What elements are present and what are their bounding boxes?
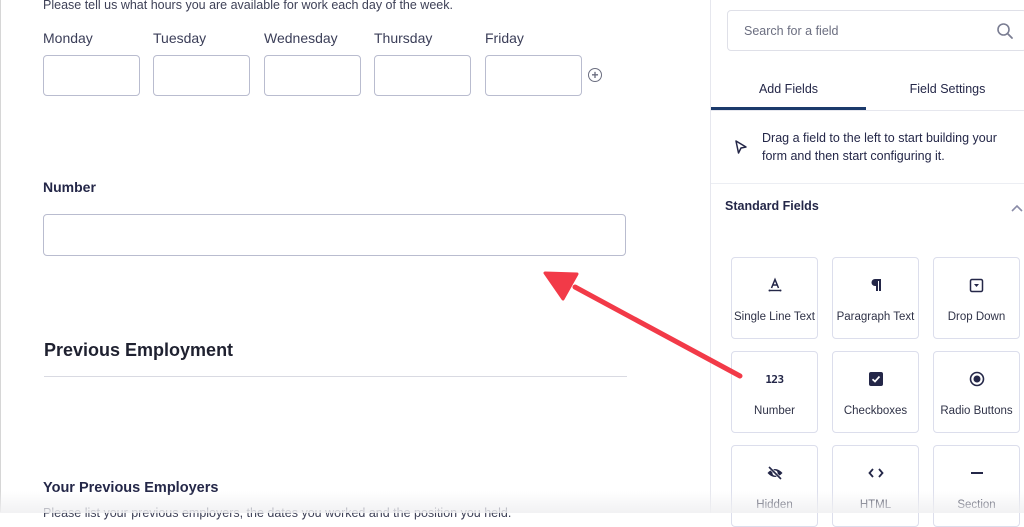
pilcrow-icon (833, 276, 918, 294)
day-field-thursday: Thursday (374, 30, 471, 96)
field-tile-label: HTML (859, 499, 892, 511)
field-tile-label: Radio Buttons (940, 405, 1013, 417)
number-field-input[interactable] (43, 214, 626, 256)
section-divider (44, 376, 627, 377)
section-title: Previous Employment (44, 340, 234, 360)
number-123-icon: 123 (732, 370, 817, 388)
field-tile-label: Single Line Text (734, 311, 815, 323)
search-input[interactable] (728, 11, 1024, 50)
field-tile-label: Hidden (756, 499, 793, 511)
field-tile-html[interactable]: HTML (832, 445, 919, 527)
day-input-thursday[interactable] (374, 55, 471, 96)
field-search (727, 10, 1024, 51)
drag-hint: Drag a field to the left to start buildi… (711, 111, 1024, 184)
day-label: Friday (485, 30, 524, 46)
day-input-monday[interactable] (43, 55, 140, 96)
day-label: Wednesday (264, 30, 338, 46)
standard-fields-title: Standard Fields (725, 199, 819, 213)
field-tile-label: Number (754, 405, 795, 417)
field-tile-radio-buttons[interactable]: Radio Buttons (933, 351, 1020, 433)
employers-description: Please list your previous employers, the… (43, 506, 512, 520)
search-icon[interactable] (996, 22, 1014, 40)
field-tile-number[interactable]: 123 Number (731, 351, 818, 433)
day-label: Thursday (374, 30, 433, 46)
day-input-tuesday[interactable] (153, 55, 250, 96)
eye-slash-icon (732, 464, 817, 482)
day-field-wednesday: Wednesday (264, 30, 361, 96)
field-tile-hidden[interactable]: Hidden (731, 445, 818, 527)
day-field-friday: Friday (485, 30, 582, 96)
tab-field-settings[interactable]: Field Settings (870, 70, 1024, 110)
field-tile-label: Paragraph Text (836, 311, 915, 323)
sidebar-tabs: Add Fields Field Settings (711, 70, 1024, 111)
day-field-monday: Monday (43, 30, 140, 96)
field-tile-checkboxes[interactable]: Checkboxes (832, 351, 919, 433)
text-a-icon (732, 276, 817, 294)
field-tile-label: Drop Down (947, 311, 1006, 323)
drag-hint-text: Drag a field to the left to start buildi… (762, 131, 997, 163)
chevron-up-icon[interactable] (1011, 204, 1023, 212)
day-label: Tuesday (153, 30, 207, 46)
code-icon (833, 464, 918, 482)
field-tile-paragraph-text[interactable]: Paragraph Text (832, 257, 919, 339)
number-field-label: Number (43, 179, 96, 195)
field-tile-label: Section (957, 499, 996, 511)
radio-icon (934, 370, 1019, 388)
field-tile-section[interactable]: Section (933, 445, 1020, 527)
tab-add-fields[interactable]: Add Fields (711, 70, 866, 110)
day-label: Monday (43, 30, 93, 46)
day-field-tuesday: Tuesday (153, 30, 250, 96)
field-tile-drop-down[interactable]: Drop Down (933, 257, 1020, 339)
checkbox-icon (833, 370, 918, 388)
day-input-wednesday[interactable] (264, 55, 361, 96)
field-tile-single-line-text[interactable]: Single Line Text (731, 257, 818, 339)
hours-description: Please tell us what hours you are availa… (43, 0, 453, 12)
plus-circle-icon[interactable]: + (588, 68, 602, 82)
cursor-arrow-icon (735, 140, 747, 154)
form-canvas: Please tell us what hours you are availa… (1, 0, 710, 520)
dropdown-icon (934, 276, 1019, 294)
standard-fields-header[interactable]: Standard Fields (711, 184, 1024, 228)
section-dash-icon (934, 464, 1019, 482)
employers-title: Your Previous Employers (43, 480, 219, 496)
field-tile-label: Checkboxes (843, 405, 908, 417)
number-glyph: 123 (765, 372, 784, 386)
day-input-friday[interactable] (485, 55, 582, 96)
field-sidebar: Add Fields Field Settings Drag a field t… (710, 0, 1024, 527)
